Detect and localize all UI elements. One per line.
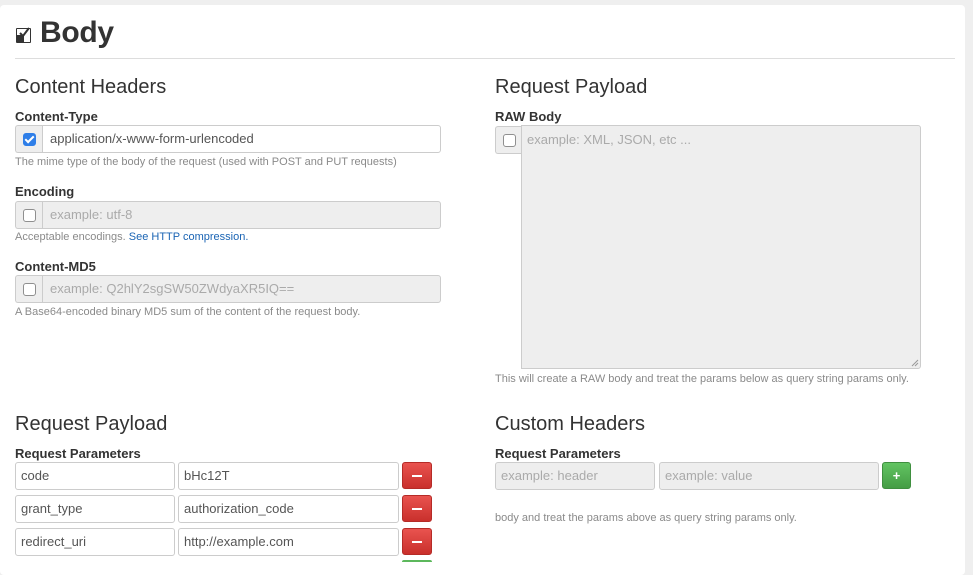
content-type-checkbox-addon [15,125,42,153]
add-header-button[interactable]: + [882,462,911,489]
checkbox-icon [16,27,31,43]
encoding-checkbox-addon [15,201,42,229]
encoding-help-text: Acceptable encodings. [15,231,126,243]
content-type-checkbox[interactable] [22,132,36,146]
raw-body-label: RAW Body [495,109,562,124]
encoding-group: example: utf-8 [15,201,441,229]
raw-body-placeholder: example: XML, JSON, etc ... [527,132,691,147]
custom-headers-params-label: Request Parameters [495,446,621,461]
encoding-help: Acceptable encodings. See HTTP compressi… [15,231,248,243]
plus-icon: + [892,468,901,483]
encoding-checkbox[interactable] [22,208,36,222]
custom-headers-help: body and treat the params above as query… [495,512,797,524]
raw-body-checkbox-addon [495,126,522,154]
param-name-input[interactable]: code [15,462,175,490]
content-type-group: application/x-www-form-urlencoded [15,125,441,153]
minus-icon [412,507,422,510]
content-md5-help: A Base64-encoded binary MD5 sum of the c… [15,306,361,318]
content-md5-group: example: Q2hlY2sgSW50ZWdyaXR5IQ== [15,275,441,303]
param-value-input[interactable]: http://example.com [178,528,399,556]
request-payload-heading: Request Payload [15,413,168,435]
minus-icon [412,474,422,477]
content-md5-label: Content-MD5 [15,259,96,274]
param-name-input[interactable]: grant_type [15,495,175,523]
custom-header-name-input[interactable]: example: header [495,462,655,490]
encoding-input[interactable]: example: utf-8 [42,201,441,229]
request-parameters-label: Request Parameters [15,446,141,461]
raw-body-help: This will create a RAW body and treat th… [495,373,909,385]
encoding-label: Encoding [15,184,75,199]
content-md5-checkbox[interactable] [22,282,36,296]
page-title: Body [40,16,114,49]
content-type-help: The mime type of the body of the request… [15,156,397,168]
content-type-label: Content-Type [15,109,98,124]
raw-body-textarea[interactable]: example: XML, JSON, etc ... [521,125,921,369]
title-divider [15,58,955,59]
http-compression-link[interactable]: See HTTP compression. [129,231,249,243]
custom-headers-heading: Custom Headers [495,413,646,435]
param-name-input[interactable]: redirect_uri [15,528,175,556]
resize-grip-icon[interactable] [911,359,919,367]
content-type-input[interactable]: application/x-www-form-urlencoded [42,125,441,153]
remove-param-button[interactable] [402,462,432,489]
custom-header-value-input[interactable]: example: value [659,462,879,490]
minus-icon [412,540,422,543]
param-value-input[interactable]: bHc12T [178,462,399,490]
content-md5-checkbox-addon [15,275,42,303]
remove-param-button[interactable] [402,495,432,522]
param-value-input[interactable]: authorization_code [178,495,399,523]
content-md5-input[interactable]: example: Q2hlY2sgSW50ZWdyaXR5IQ== [42,275,441,303]
raw-body-checkbox[interactable] [502,133,516,147]
remove-param-button[interactable] [402,528,432,555]
raw-payload-heading: Request Payload [495,76,648,98]
content-headers-heading: Content Headers [15,76,167,98]
